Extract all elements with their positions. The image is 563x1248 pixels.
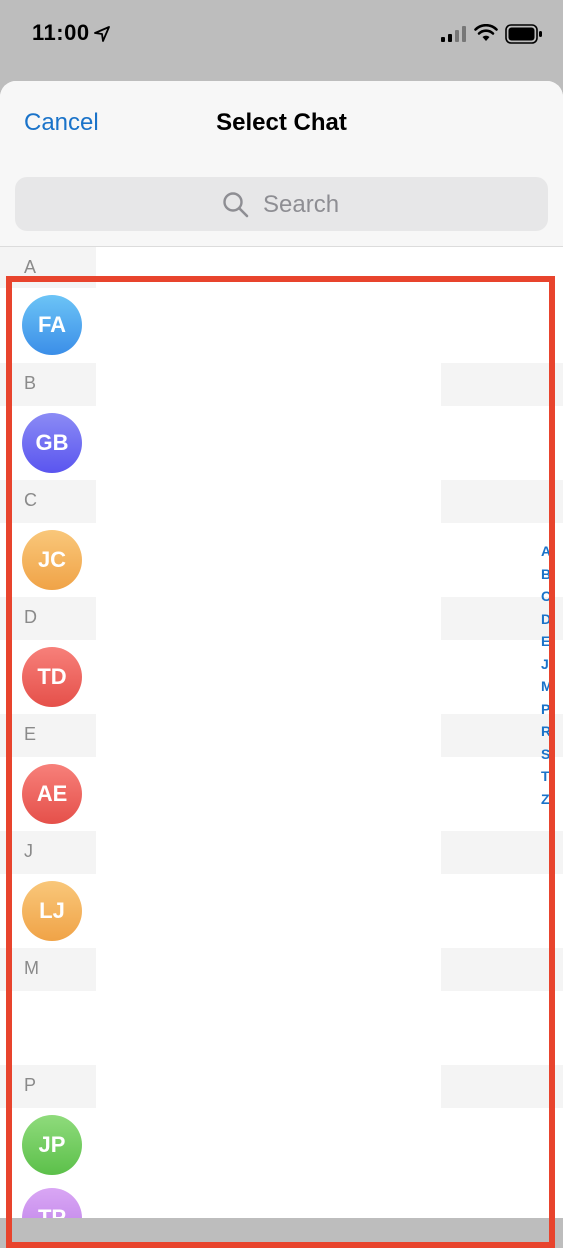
index-letter-b[interactable]: B: [541, 563, 563, 586]
chat-row[interactable]: TP: [0, 1181, 563, 1218]
section-header-b: B: [0, 363, 563, 406]
chat-row[interactable]: JP: [0, 1108, 563, 1182]
section-header-d: D: [0, 597, 563, 640]
wifi-icon: [474, 24, 498, 41]
avatar: AE: [22, 764, 82, 824]
section-header-e: E: [0, 714, 563, 757]
avatar: GB: [22, 413, 82, 473]
search-icon: [223, 192, 249, 218]
index-letter-s[interactable]: S: [541, 743, 563, 766]
chat-row[interactable]: [0, 991, 563, 1065]
chat-row[interactable]: LJ: [0, 874, 563, 948]
location-arrow-icon: [94, 26, 110, 42]
index-letter-d[interactable]: D: [541, 608, 563, 631]
section-letter: J: [24, 841, 33, 861]
section-header-j: J: [0, 831, 563, 874]
avatar: FA: [22, 295, 82, 355]
index-letter-r[interactable]: R: [541, 720, 563, 743]
avatar: TD: [22, 647, 82, 707]
status-time: 11:00: [32, 20, 90, 45]
section-index-bar[interactable]: A B C D E J M P R S T Z: [541, 540, 563, 810]
section-letter: P: [24, 1075, 37, 1095]
search-bar[interactable]: [15, 177, 548, 231]
section-letter: C: [24, 490, 37, 510]
index-letter-m[interactable]: M: [541, 675, 563, 698]
section-header-a: A: [0, 247, 563, 290]
section-letter: B: [24, 373, 37, 393]
chat-row[interactable]: TD: [0, 640, 563, 714]
chat-row[interactable]: JC: [0, 523, 563, 597]
search-input[interactable]: [261, 187, 515, 223]
status-bar: 11:00: [0, 0, 563, 80]
avatar: JC: [22, 530, 82, 590]
index-letter-c[interactable]: C: [541, 585, 563, 608]
section-letter: A: [24, 257, 37, 277]
avatar: JP: [22, 1115, 82, 1175]
chat-row[interactable]: GB: [0, 406, 563, 480]
index-letter-t[interactable]: T: [541, 765, 563, 788]
section-letter: E: [24, 724, 37, 744]
avatar: TP: [22, 1188, 82, 1218]
section-letter: M: [24, 958, 39, 978]
index-letter-p[interactable]: P: [541, 698, 563, 721]
index-letter-e[interactable]: E: [541, 630, 563, 653]
section-header-m: M: [0, 948, 563, 991]
page-title: Select Chat: [216, 109, 347, 136]
chat-row[interactable]: FA: [0, 288, 563, 362]
index-letter-z[interactable]: Z: [541, 788, 563, 811]
section-header-c: C: [0, 480, 563, 523]
avatar: LJ: [22, 881, 82, 941]
chat-row[interactable]: AE: [0, 757, 563, 831]
section-header-p: P: [0, 1065, 563, 1108]
index-letter-a[interactable]: A: [541, 540, 563, 563]
battery-icon: [505, 24, 542, 44]
section-letter: D: [24, 607, 37, 627]
cellular-signal-icon: [441, 26, 466, 42]
index-letter-j[interactable]: J: [541, 653, 563, 676]
select-chat-sheet: Cancel Select Chat A FA B GB C JC D: [0, 81, 563, 1218]
navigation-bar: Cancel Select Chat: [0, 81, 563, 247]
